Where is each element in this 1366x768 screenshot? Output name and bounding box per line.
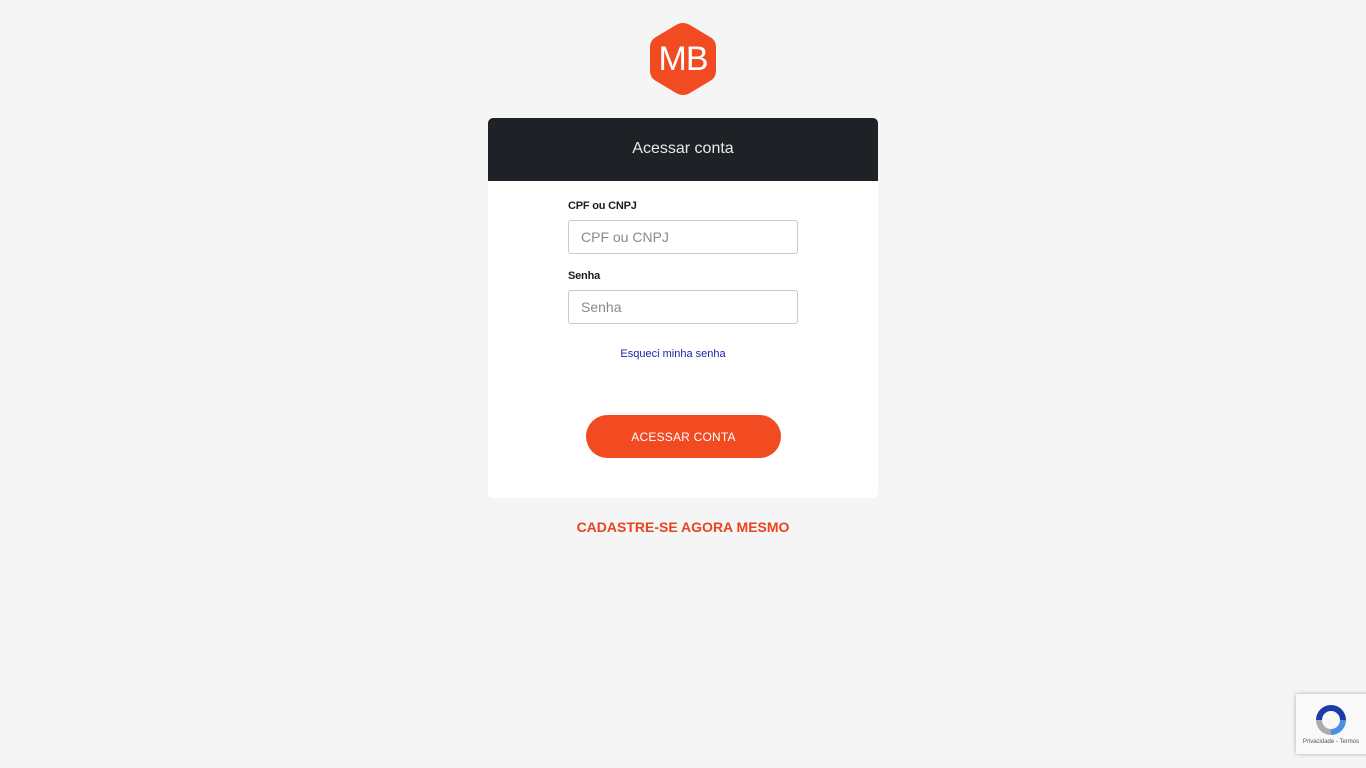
recaptcha-badge[interactable]: Privacidade - Termos [1296, 694, 1366, 754]
password-label: Senha [568, 270, 601, 282]
logo-text: MB [658, 40, 709, 78]
login-button[interactable]: ACESSAR CONTA [586, 415, 781, 458]
login-card-title: Acessar conta [488, 118, 878, 181]
recaptcha-icon [1316, 705, 1346, 735]
brand-logo: MB [647, 21, 719, 97]
password-input[interactable] [568, 290, 798, 324]
register-link[interactable]: CADASTRE-SE AGORA MESMO [488, 519, 878, 535]
cpf-label: CPF ou CNPJ [568, 200, 637, 212]
recaptcha-footer-text[interactable]: Privacidade - Termos [1296, 739, 1366, 745]
cpf-input[interactable] [568, 220, 798, 254]
forgot-password-link[interactable]: Esqueci minha senha [488, 348, 858, 360]
login-card: Acessar conta CPF ou CNPJ Senha Esqueci … [488, 118, 878, 498]
